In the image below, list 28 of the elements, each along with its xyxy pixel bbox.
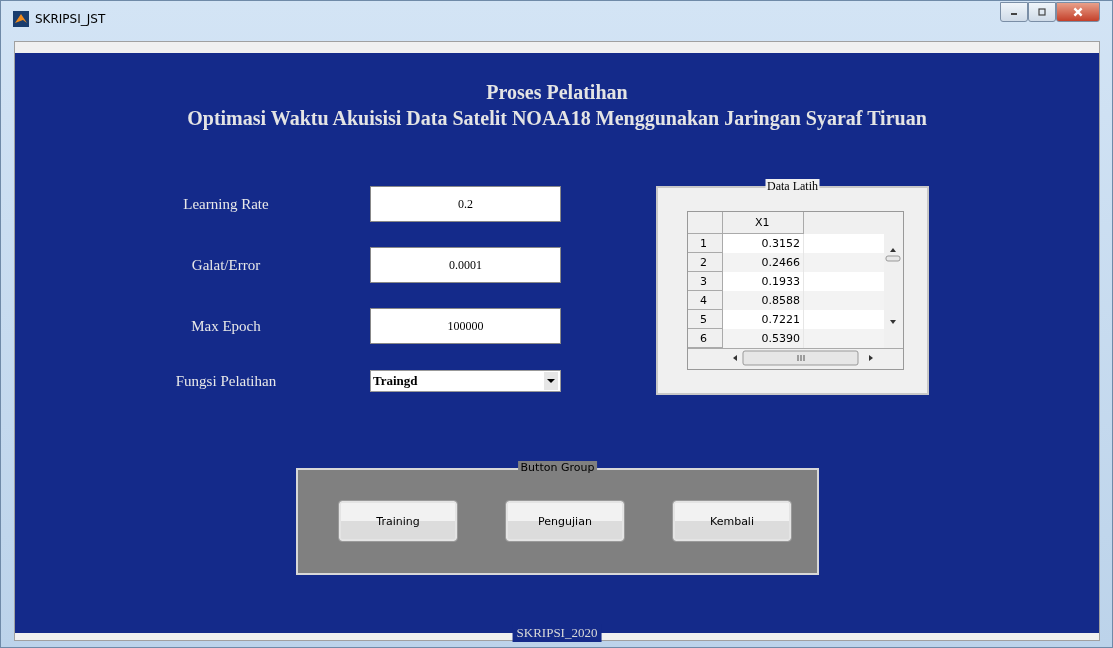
- heading-text: Optimasi Waktu Akuisisi Data Satelit NOAA18 Menggunakan Jaringan Syaraf Tiruan: [187, 106, 927, 131]
- table-cell: 0.5390: [723, 329, 804, 348]
- field-label: Fungsi Pelatihan: [174, 372, 278, 390]
- close-button[interactable]: [1056, 2, 1100, 22]
- field-label: Max Epoch: [190, 317, 262, 335]
- close-icon: [1072, 6, 1084, 18]
- row-header: 4: [688, 291, 723, 310]
- window-title: SKRIPSI_JST: [35, 12, 106, 26]
- app-icon: [13, 11, 29, 27]
- input-field[interactable]: 0.2: [370, 186, 561, 222]
- row-header: 6: [688, 329, 723, 348]
- row-header: 2: [688, 253, 723, 272]
- input-field[interactable]: 0.0001: [370, 247, 561, 283]
- dropdown[interactable]: Traingd: [370, 370, 561, 392]
- field-label: Learning Rate: [182, 195, 270, 213]
- heading-text: Proses Pelatihan: [486, 80, 628, 105]
- maximize-icon: [1037, 7, 1047, 17]
- panel-title: Button Group: [517, 461, 598, 474]
- field-label: Galat/Error: [190, 256, 262, 274]
- action-button[interactable]: Kembali: [673, 501, 791, 541]
- input-field[interactable]: 100000: [370, 308, 561, 344]
- row-header: 3: [688, 272, 723, 291]
- minimize-button[interactable]: [1000, 2, 1028, 22]
- row-header: 1: [688, 234, 723, 253]
- action-button[interactable]: Training: [339, 501, 457, 541]
- action-button[interactable]: Pengujian: [506, 501, 624, 541]
- maximize-button[interactable]: [1028, 2, 1056, 22]
- row-header: 5: [688, 310, 723, 329]
